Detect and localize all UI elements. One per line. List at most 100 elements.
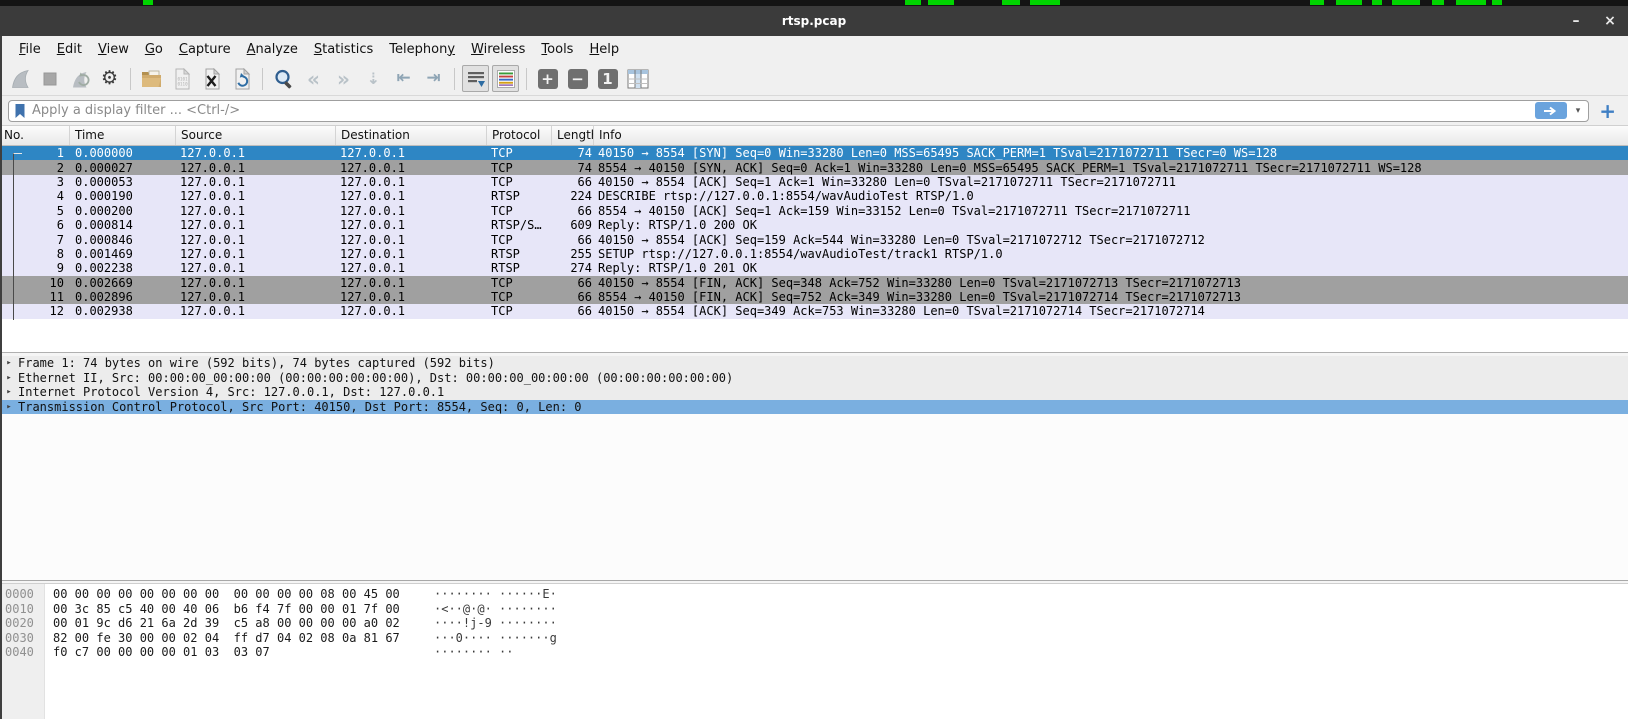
cell-destination: 127.0.0.1 <box>336 161 487 175</box>
close-file-icon[interactable] <box>198 65 225 92</box>
menu-view[interactable]: View <box>91 42 136 57</box>
cell-no: 5 <box>0 204 70 218</box>
packet-row[interactable]: 20.000027127.0.0.1127.0.0.1TCP748554 → 4… <box>0 160 1628 174</box>
go-to-packet-icon[interactable]: ⇣ <box>360 65 387 92</box>
detail-text: Ethernet II, Src: 00:00:00_00:00:00 (00:… <box>18 371 733 385</box>
packet-row[interactable]: 60.000814127.0.0.1127.0.0.1RTSP/S…609Rep… <box>0 218 1628 232</box>
packet-row[interactable]: 30.000053127.0.0.1127.0.0.1TCP6640150 → … <box>0 175 1628 189</box>
background-text-fragment <box>1310 0 1324 5</box>
packet-row[interactable]: 40.000190127.0.0.1127.0.0.1RTSP224DESCRI… <box>0 189 1628 203</box>
cell-time: 0.000053 <box>70 175 176 189</box>
zoom-in-icon[interactable]: + <box>534 65 561 92</box>
toolbar-separator <box>262 68 263 90</box>
background-text-fragment <box>1492 0 1502 5</box>
hex-bytes[interactable]: f0 c7 00 00 00 00 01 03 03 07 <box>44 645 434 659</box>
close-button[interactable]: × <box>1596 6 1624 36</box>
resize-columns-icon[interactable] <box>624 65 651 92</box>
menu-telephony[interactable]: Telephony <box>382 42 462 57</box>
menu-capture[interactable]: Capture <box>172 42 238 57</box>
zoom-out-icon[interactable]: − <box>564 65 591 92</box>
auto-scroll-icon[interactable] <box>462 65 489 92</box>
menu-analyze[interactable]: Analyze <box>240 42 305 57</box>
background-text-fragment <box>1392 0 1420 5</box>
detail-row[interactable]: ▸Internet Protocol Version 4, Src: 127.0… <box>0 385 1628 400</box>
minimize-button[interactable]: – <box>1562 6 1590 36</box>
detail-row[interactable]: ▸Transmission Control Protocol, Src Port… <box>0 400 1628 415</box>
go-forward-icon[interactable]: » <box>330 65 357 92</box>
expand-arrow-icon[interactable]: ▸ <box>0 358 18 368</box>
column-header-info[interactable]: Info <box>594 126 1628 145</box>
packet-row[interactable]: 90.002238127.0.0.1127.0.0.1RTSP274Reply:… <box>0 261 1628 275</box>
column-header-protocol[interactable]: Protocol <box>487 126 552 145</box>
go-first-icon[interactable]: ⇤ <box>390 65 417 92</box>
cell-protocol: TCP <box>487 276 552 290</box>
save-file-icon[interactable]: 01010110 <box>168 65 195 92</box>
hex-bytes[interactable]: 00 01 9c d6 21 6a 2d 39 c5 a8 00 00 00 0… <box>44 616 434 630</box>
column-header-source[interactable]: Source <box>176 126 336 145</box>
packet-row[interactable]: 100.002669127.0.0.1127.0.0.1TCP6640150 →… <box>0 276 1628 290</box>
packet-row[interactable]: 10.000000127.0.0.1127.0.0.1TCP7440150 → … <box>0 146 1628 160</box>
start-capture-icon[interactable] <box>6 65 33 92</box>
cell-protocol: RTSP <box>487 189 552 203</box>
hex-ascii[interactable]: ········ ······E· <box>434 587 557 601</box>
filter-apply-button[interactable] <box>1535 102 1567 119</box>
cell-no: 4 <box>0 189 70 203</box>
cell-info: Reply: RTSP/1.0 201 OK <box>594 261 1628 275</box>
zoom-original-icon[interactable]: 1 <box>594 65 621 92</box>
expand-arrow-icon[interactable]: ▸ <box>0 402 18 412</box>
restart-capture-icon[interactable] <box>66 65 93 92</box>
column-header-time[interactable]: Time <box>70 126 176 145</box>
filter-bookmark-icon[interactable] <box>14 103 26 119</box>
menu-statistics[interactable]: Statistics <box>307 42 380 57</box>
menu-go[interactable]: Go <box>138 42 170 57</box>
go-back-icon[interactable]: « <box>300 65 327 92</box>
menu-help[interactable]: Help <box>582 42 626 57</box>
background-text-fragment <box>1030 0 1060 5</box>
cell-length: 224 <box>552 189 594 203</box>
expand-arrow-icon[interactable]: ▸ <box>0 387 18 397</box>
cell-destination: 127.0.0.1 <box>336 276 487 290</box>
open-file-icon[interactable] <box>138 65 165 92</box>
cell-time: 0.000190 <box>70 189 176 203</box>
cell-source: 127.0.0.1 <box>176 161 336 175</box>
display-filter-input[interactable]: Apply a display filter ... <Ctrl-/> ▾ <box>8 100 1589 122</box>
cell-protocol: TCP <box>487 304 552 318</box>
cell-destination: 127.0.0.1 <box>336 247 487 261</box>
cell-source: 127.0.0.1 <box>176 175 336 189</box>
hex-bytes[interactable]: 00 00 00 00 00 00 00 00 00 00 00 00 08 0… <box>44 587 434 601</box>
filter-add-button[interactable]: + <box>1595 101 1620 121</box>
detail-row[interactable]: ▸Ethernet II, Src: 00:00:00_00:00:00 (00… <box>0 371 1628 386</box>
column-header-destination[interactable]: Destination <box>336 126 487 145</box>
go-last-icon[interactable]: ⇥ <box>420 65 447 92</box>
hex-bytes[interactable]: 82 00 fe 30 00 00 02 04 ff d7 04 02 08 0… <box>44 631 434 645</box>
hex-bytes[interactable]: 00 3c 85 c5 40 00 40 06 b6 f4 7f 00 00 0… <box>44 602 434 616</box>
packet-row[interactable]: 70.000846127.0.0.1127.0.0.1TCP6640150 → … <box>0 232 1628 246</box>
column-header-length[interactable]: Length <box>552 126 594 145</box>
packet-row[interactable]: 80.001469127.0.0.1127.0.0.1RTSP255SETUP … <box>0 247 1628 261</box>
hex-ascii[interactable]: ···0···· ·······g <box>434 631 557 645</box>
hex-ascii[interactable]: ········ ·· <box>434 645 513 659</box>
menu-file[interactable]: File <box>12 42 48 57</box>
packet-row[interactable]: 120.002938127.0.0.1127.0.0.1TCP6640150 →… <box>0 304 1628 318</box>
capture-options-icon[interactable]: ⚙ <box>96 65 123 92</box>
colorize-packets-icon[interactable] <box>492 65 519 92</box>
stop-capture-icon[interactable] <box>36 65 63 92</box>
packet-row[interactable]: 110.002896127.0.0.1127.0.0.1TCP668554 → … <box>0 290 1628 304</box>
cell-no: 10 <box>0 276 70 290</box>
hex-ascii[interactable]: ····!j-9 ········ <box>434 616 557 630</box>
cell-protocol: TCP <box>487 204 552 218</box>
filter-history-caret-icon[interactable]: ▾ <box>1573 106 1584 116</box>
hex-ascii[interactable]: ·<··@·@· ········ <box>434 602 557 616</box>
reload-file-icon[interactable] <box>228 65 255 92</box>
find-packet-icon[interactable] <box>270 65 297 92</box>
column-header-no[interactable]: No. <box>0 126 70 145</box>
packet-row[interactable]: 50.000200127.0.0.1127.0.0.1TCP668554 → 4… <box>0 204 1628 218</box>
cell-no: 7 <box>0 233 70 247</box>
menu-wireless[interactable]: Wireless <box>464 42 532 57</box>
filter-bar: Apply a display filter ... <Ctrl-/> ▾ + <box>0 96 1628 126</box>
detail-row[interactable]: ▸Frame 1: 74 bytes on wire (592 bits), 7… <box>0 356 1628 371</box>
menu-edit[interactable]: Edit <box>50 42 89 57</box>
menu-tools[interactable]: Tools <box>534 42 580 57</box>
expand-arrow-icon[interactable]: ▸ <box>0 373 18 383</box>
background-text-fragment <box>1002 0 1020 5</box>
